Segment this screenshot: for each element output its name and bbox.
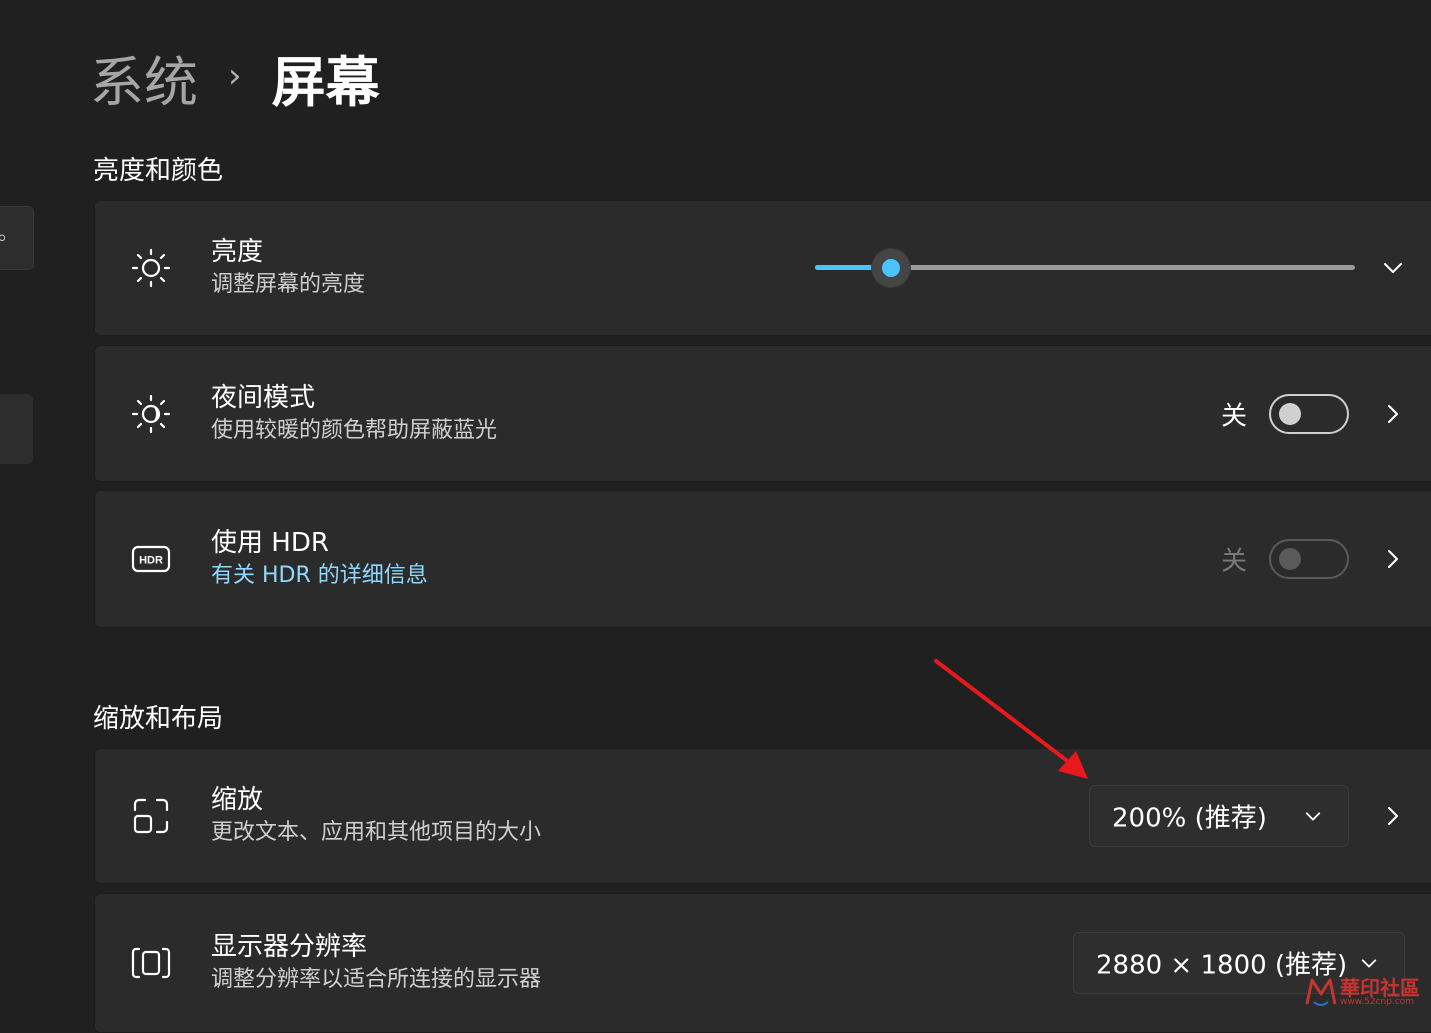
watermark-url: www.52cnp.com	[1340, 997, 1415, 1007]
hdr-state-label: 关	[1220, 546, 1247, 577]
hdr-info-link[interactable]: 有关 HDR 的详细信息	[211, 560, 428, 592]
scale-dropdown-value: 200% (推荐)	[1112, 803, 1267, 834]
section-title-scale-layout: 缩放和布局	[93, 704, 224, 734]
hdr-title: 使用 HDR	[211, 528, 329, 558]
night-light-state-label: 关	[1220, 401, 1247, 431]
nav-search-box-fragment[interactable]: ⌕	[0, 206, 34, 270]
annotation-arrow	[934, 659, 1088, 779]
scale-icon	[133, 798, 169, 834]
scale-subtitle: 更改文本、应用和其他项目的大小	[211, 820, 542, 845]
night-light-subtitle: 使用较暖的颜色帮助屏蔽蓝光	[211, 417, 498, 443]
breadcrumb-parent[interactable]: 系统	[90, 38, 198, 117]
sun-icon	[131, 248, 171, 288]
nav-selected-item-fragment[interactable]	[0, 394, 33, 464]
section-title-brightness-color: 亮度和颜色	[93, 156, 224, 186]
breadcrumb-separator: ›	[228, 55, 242, 96]
chevron-right-icon[interactable]	[1383, 404, 1403, 424]
night-light-card[interactable]: 夜间模式 使用较暖的颜色帮助屏蔽蓝光 关	[94, 345, 1431, 482]
breadcrumb: 系统 › 屏幕	[90, 38, 380, 117]
toggle-knob	[1279, 402, 1301, 425]
night-light-icon	[131, 394, 171, 433]
scale-title: 缩放	[211, 785, 264, 815]
page-title: 屏幕	[271, 51, 380, 114]
resolution-card[interactable]: 显示器分辨率 调整分辨率以适合所连接的显示器 2880 × 1800 (推荐)	[94, 893, 1431, 1033]
scale-dropdown[interactable]: 200% (推荐)	[1089, 785, 1349, 847]
brightness-card[interactable]: 亮度 调整屏幕的亮度	[94, 200, 1431, 336]
brightness-slider[interactable]	[815, 248, 1355, 288]
hdr-icon: HDR	[131, 545, 171, 573]
chevron-right-icon[interactable]	[1383, 549, 1403, 569]
scale-card[interactable]: 缩放 更改文本、应用和其他项目的大小 200% (推荐)	[94, 748, 1431, 884]
resolution-title: 显示器分辨率	[211, 932, 368, 962]
hdr-toggle[interactable]	[1269, 539, 1349, 579]
hdr-card[interactable]: HDR 使用 HDR 有关 HDR 的详细信息 关	[94, 490, 1431, 628]
toggle-knob	[1279, 548, 1301, 570]
night-light-toggle[interactable]	[1269, 393, 1349, 434]
chevron-down-icon[interactable]	[1383, 258, 1403, 278]
brightness-subtitle: 调整屏幕的亮度	[211, 272, 366, 297]
chevron-down-icon	[1305, 812, 1321, 821]
watermark: 華印社區 www.52cnp.com	[1300, 970, 1431, 1011]
search-icon: ⌕	[0, 227, 8, 248]
watermark-logo-icon	[1305, 978, 1337, 1006]
chevron-right-icon[interactable]	[1383, 806, 1403, 826]
svg-text:HDR: HDR	[139, 555, 163, 567]
resolution-icon	[131, 947, 171, 979]
slider-thumb[interactable]	[870, 248, 911, 288]
night-light-title: 夜间模式	[211, 382, 316, 413]
resolution-subtitle: 调整分辨率以适合所连接的显示器	[211, 967, 542, 992]
brightness-title: 亮度	[211, 237, 264, 267]
